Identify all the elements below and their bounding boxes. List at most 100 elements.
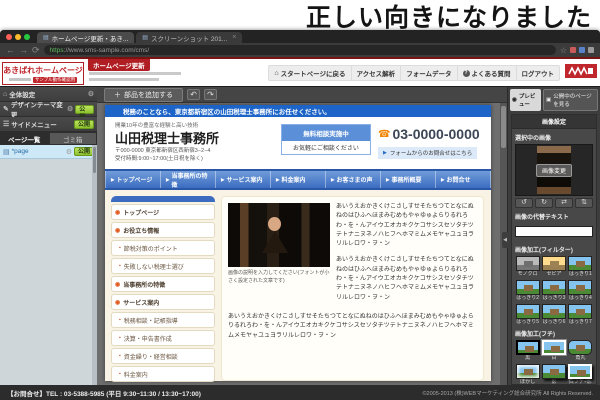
- rotate-right-button[interactable]: ↻: [535, 198, 553, 208]
- bookmark-star-icon[interactable]: ☆: [560, 46, 567, 55]
- nav-logout[interactable]: ログアウト: [517, 66, 560, 80]
- filter-option[interactable]: はっきり7: [568, 304, 593, 326]
- nav-form-data[interactable]: フォームデータ: [401, 66, 457, 80]
- browser-tab-screenshot[interactable]: ▤ スクリーンショット 201... ×: [136, 32, 242, 43]
- forward-icon[interactable]: →: [19, 45, 28, 55]
- alt-text-input[interactable]: [515, 226, 593, 237]
- publish-button[interactable]: 公開: [74, 120, 94, 129]
- menu-item[interactable]: ◉サービス案内: [111, 294, 215, 310]
- menu-item[interactable]: ▪決算・申告書作成: [111, 330, 215, 346]
- contact-form-link[interactable]: ▶ フォームからのお問合せはこちら: [378, 147, 477, 159]
- change-image-button[interactable]: 画像変更: [536, 164, 572, 177]
- back-icon[interactable]: ←: [6, 45, 15, 55]
- address-bar[interactable]: https ://www.sms-sample.com/cms/: [44, 45, 556, 55]
- tab-close-icon[interactable]: ×: [232, 34, 236, 41]
- page-icon: ▤: [3, 148, 10, 156]
- tab-page-list[interactable]: ページ一覧: [0, 132, 49, 145]
- border-option[interactable]: 白フチ+影: [568, 364, 593, 385]
- undo-button[interactable]: ↶: [187, 89, 200, 100]
- cms-top-nav: ⌂ スタートページに戻る アクセス解析 フォームデータ ? よくある質問 ログア…: [268, 65, 560, 81]
- gear-icon[interactable]: ⚙: [88, 90, 94, 98]
- window-controls[interactable]: [6, 34, 30, 40]
- browser-action-icons: ☆: [560, 46, 594, 55]
- filter-option[interactable]: はっきり6: [541, 304, 566, 326]
- tab-title: ホームページ更新・あき...: [52, 33, 129, 43]
- tab-trash[interactable]: ゴミ箱: [49, 132, 98, 145]
- preview-button[interactable]: ◉ プレビュー: [510, 89, 541, 111]
- menu-icon: ☰: [3, 120, 9, 128]
- panel-title: 画像設定: [512, 115, 596, 129]
- site-nav-overview[interactable]: ▶事務所概要: [380, 171, 435, 188]
- gear-icon[interactable]: ⚙: [67, 105, 73, 113]
- reload-icon[interactable]: ⟳: [32, 45, 40, 55]
- filter-option[interactable]: はっきり1: [568, 256, 593, 278]
- minimize-window-icon[interactable]: [15, 34, 21, 40]
- site-title: 山田税理士事務所: [115, 128, 219, 147]
- cms-sidebar: ⌂ 全体設定 ⚙ ✎ デザインテーマ変更 ⚙ 公開 ☰ サイドメニュー 公開 ペ…: [0, 87, 97, 385]
- rotate-left-button[interactable]: ↺: [515, 198, 533, 208]
- redo-button[interactable]: ↷: [204, 89, 217, 100]
- nav-access-analytics[interactable]: アクセス解析: [352, 66, 402, 80]
- zoom-window-icon[interactable]: [24, 34, 30, 40]
- site-nav-pricing[interactable]: ▶料金案内: [270, 171, 325, 188]
- site-nav-top[interactable]: ▶トップページ: [105, 171, 160, 188]
- preview-buttons: ◉ プレビュー ▣ 公開中のページを見る: [508, 87, 600, 113]
- flip-vertical-button[interactable]: ⇅: [575, 198, 593, 208]
- sidebar-item-design-theme[interactable]: ✎ デザインテーマ変更 ⚙ 公開: [0, 102, 97, 117]
- border-option[interactable]: 影: [541, 364, 566, 385]
- filter-option[interactable]: はっきり5: [515, 304, 540, 326]
- menu-item[interactable]: ▪資金繰り・経営相談: [111, 348, 215, 364]
- paragraph: あいうえおかきくけこさしすせそたちつてとなにぬねのはひふへほまみむめもやゃゆゅよ…: [336, 203, 477, 249]
- menu-item[interactable]: ◉トップページ: [111, 204, 215, 220]
- border-option[interactable]: 白: [541, 340, 566, 362]
- selected-image-thumb: 画像変更: [515, 144, 593, 196]
- close-window-icon[interactable]: [6, 34, 12, 40]
- menu-item[interactable]: ◉お役立ち情報: [111, 222, 215, 238]
- consult-sub: お気軽にご相談ください: [282, 141, 370, 154]
- home-icon: ⌂: [3, 91, 7, 98]
- page-list: ▤ *page ⚙ 公開: [0, 145, 97, 385]
- border-section-label: 画像加工(フチ): [515, 329, 593, 338]
- extension-icon[interactable]: [570, 47, 576, 53]
- sidebar-tabs: ページ一覧 ゴミ箱: [0, 132, 97, 145]
- content-photo[interactable]: [228, 203, 330, 267]
- site-nav-contact[interactable]: ▶お問合せ: [435, 171, 491, 188]
- nav-faq[interactable]: ? よくある質問: [458, 66, 517, 80]
- site-nav-voices[interactable]: ▶お客さまの声: [325, 171, 380, 188]
- filter-option[interactable]: はっきり4: [568, 280, 593, 302]
- plus-icon: ＋: [114, 90, 121, 100]
- nav-start-page[interactable]: ⌂ スタートページに戻る: [269, 66, 351, 80]
- filter-option[interactable]: セピア: [541, 256, 566, 278]
- publish-button[interactable]: 公開: [74, 147, 94, 156]
- border-option[interactable]: 角丸: [568, 340, 593, 362]
- border-option[interactable]: ぼかし: [515, 364, 540, 385]
- border-grid: 黒 白 角丸 ぼかし 影 白フチ+影: [515, 340, 593, 385]
- menu-item[interactable]: ▪失敗しない税理士選び: [111, 258, 215, 274]
- filter-option[interactable]: モノクロ: [515, 256, 540, 278]
- site-nav-services[interactable]: ▶サービス案内: [215, 171, 270, 188]
- menu-item[interactable]: ◉当事務所の特徴: [111, 276, 215, 292]
- menu-item[interactable]: ▪節税対策のポイント: [111, 240, 215, 256]
- site-nav-features[interactable]: ▶当事務所の特徴: [160, 171, 215, 188]
- view-live-page-button[interactable]: ▣ 公開中のページを見る: [543, 89, 598, 111]
- browser-tab-cms[interactable]: ▤ ホームページ更新・あき...: [37, 32, 134, 43]
- menu-item[interactable]: ▪料金案内: [111, 366, 215, 382]
- panel-collapse-handle[interactable]: ◀: [502, 232, 508, 248]
- publish-button[interactable]: 公開: [75, 105, 94, 114]
- flip-horizontal-button[interactable]: ⇄: [555, 198, 573, 208]
- filter-option[interactable]: はっきり3: [541, 280, 566, 302]
- border-option[interactable]: 黒: [515, 340, 540, 362]
- browser-menu-icon[interactable]: [588, 47, 594, 53]
- extension-icon[interactable]: [579, 47, 585, 53]
- page-name: *page: [12, 148, 64, 155]
- paragraph: あいうえおかきくけこさしすせそたちつてとなにぬねのはひふへほまみむめもやゃゆゅよ…: [336, 256, 477, 302]
- content-text: あいうえおかきくけこさしすせそたちつてとなにぬねのはひふへほまみむめもやゃゆゅよ…: [336, 203, 477, 310]
- filter-option[interactable]: はっきり2: [515, 280, 540, 302]
- page-row-selected[interactable]: ▤ *page ⚙ 公開: [0, 145, 97, 159]
- sidebar-item-side-menu[interactable]: ☰ サイドメニュー 公開: [0, 117, 97, 132]
- add-part-button[interactable]: ＋ 部品を追加する: [104, 88, 183, 102]
- selected-image-label: 選択中の画像: [515, 133, 593, 142]
- menu-item[interactable]: ▪税務相談・記帳指導: [111, 312, 215, 328]
- gear-icon[interactable]: ⚙: [66, 148, 72, 156]
- eye-icon: ◉: [512, 97, 517, 103]
